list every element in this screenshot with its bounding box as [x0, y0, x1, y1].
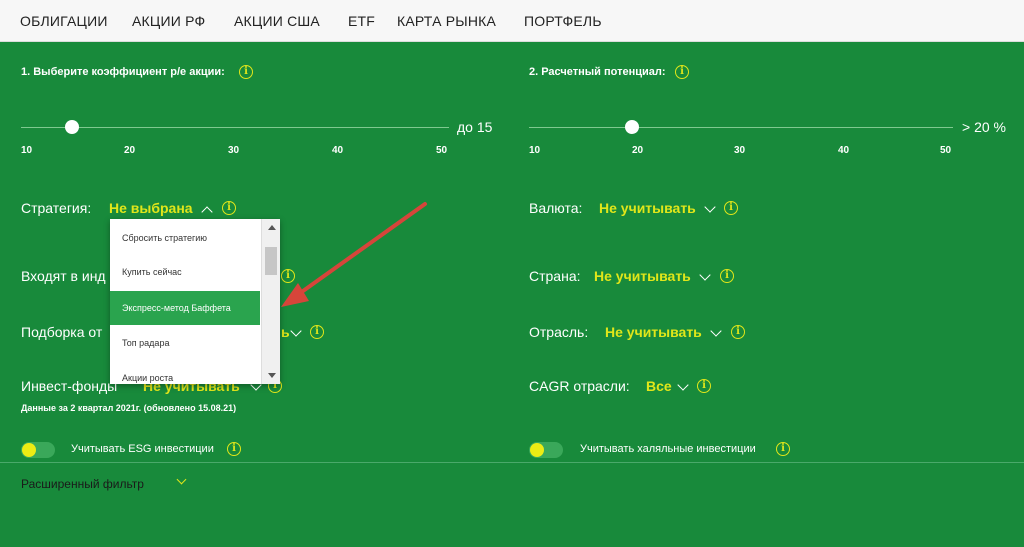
potential-value: > 20 % [962, 119, 1006, 135]
sector-label: Отрасль: [529, 324, 589, 340]
pe-slider-knob[interactable] [65, 120, 79, 134]
potential-tick: 30 [734, 145, 746, 156]
sector-info-icon[interactable]: i [731, 325, 745, 339]
currency-label: Валюта: [529, 200, 583, 216]
currency-info-icon[interactable]: i [724, 201, 738, 215]
potential-slider-knob[interactable] [625, 120, 639, 134]
esg-label: Учитывать ESG инвестиции [71, 443, 214, 455]
pe-tick: 10 [21, 145, 33, 156]
currency-select[interactable]: Не учитывать [599, 200, 696, 216]
pe-title: 1. Выберите коэффициент p/e акции: [21, 66, 225, 78]
halal-label: Учитывать халяльные инвестиции [580, 443, 756, 455]
country-select[interactable]: Не учитывать [594, 268, 691, 284]
data-update-note: Данные за 2 квартал 2021г. (обновлено 15… [21, 403, 237, 413]
advanced-filter-link[interactable]: Расширенный фильтр [21, 477, 144, 491]
nav-portfolio[interactable]: ПОРТФЕЛЬ [524, 13, 602, 29]
dropdown-item[interactable]: Топ радара [110, 326, 260, 360]
strategy-dropdown: Сбросить стратегию Купить сейчас Экспрес… [110, 219, 280, 384]
toggle-thumb [530, 443, 544, 457]
strategy-select[interactable]: Не выбрана [109, 200, 193, 216]
pe-value: до 15 [457, 119, 493, 135]
selection-select[interactable]: ь [281, 324, 290, 340]
country-label: Страна: [529, 268, 581, 284]
potential-info-icon[interactable]: i [675, 65, 689, 79]
pe-tick: 50 [436, 145, 448, 156]
potential-tick: 20 [632, 145, 644, 156]
index-label: Входят в инд [21, 268, 106, 284]
dropdown-item-selected[interactable]: Экспресс-метод Баффета [110, 291, 260, 325]
pe-tick: 40 [332, 145, 344, 156]
esg-info-icon[interactable]: i [227, 442, 241, 456]
potential-slider-track[interactable] [529, 127, 953, 128]
pe-tick: 20 [124, 145, 136, 156]
nav-market-map[interactable]: КАРТА РЫНКА [397, 13, 496, 29]
top-navigation: ОБЛИГАЦИИ АКЦИИ РФ АКЦИИ США ETF КАРТА Р… [0, 0, 1024, 42]
pe-tick: 30 [228, 145, 240, 156]
cagr-info-icon[interactable]: i [697, 379, 711, 393]
potential-tick: 50 [940, 145, 952, 156]
country-info-icon[interactable]: i [720, 269, 734, 283]
scroll-thumb[interactable] [265, 247, 277, 275]
halal-toggle[interactable] [529, 442, 563, 458]
halal-info-icon[interactable]: i [776, 442, 790, 456]
esg-toggle[interactable] [21, 442, 55, 458]
divider [0, 462, 1024, 463]
cagr-select[interactable]: Все [646, 378, 672, 394]
potential-tick: 10 [529, 145, 541, 156]
sector-select[interactable]: Не учитывать [605, 324, 702, 340]
strategy-label: Стратегия: [21, 200, 92, 216]
selection-label: Подборка от [21, 324, 103, 340]
dropdown-item[interactable]: Купить сейчас [110, 255, 260, 289]
nav-bonds[interactable]: ОБЛИГАЦИИ [20, 13, 108, 29]
funds-label: Инвест-фонды [21, 378, 118, 394]
nav-ru-stocks[interactable]: АКЦИИ РФ [132, 13, 205, 29]
scroll-down-icon[interactable] [268, 373, 276, 378]
nav-etf[interactable]: ETF [348, 13, 375, 29]
scroll-up-icon[interactable] [268, 225, 276, 230]
dropdown-item[interactable]: Сбросить стратегию [110, 221, 260, 255]
nav-us-stocks[interactable]: АКЦИИ США [234, 13, 320, 29]
pe-slider-track[interactable] [21, 127, 449, 128]
cagr-label: CAGR отрасли: [529, 378, 630, 394]
index-info-icon[interactable]: i [281, 269, 295, 283]
dropdown-scrollbar[interactable] [261, 219, 280, 384]
potential-tick: 40 [838, 145, 850, 156]
toggle-thumb [22, 443, 36, 457]
strategy-info-icon[interactable]: i [222, 201, 236, 215]
pe-info-icon[interactable]: i [239, 65, 253, 79]
selection-info-icon[interactable]: i [310, 325, 324, 339]
dropdown-item[interactable]: Акции роста [110, 361, 260, 384]
potential-title: 2. Расчетный потенциал: [529, 66, 666, 78]
